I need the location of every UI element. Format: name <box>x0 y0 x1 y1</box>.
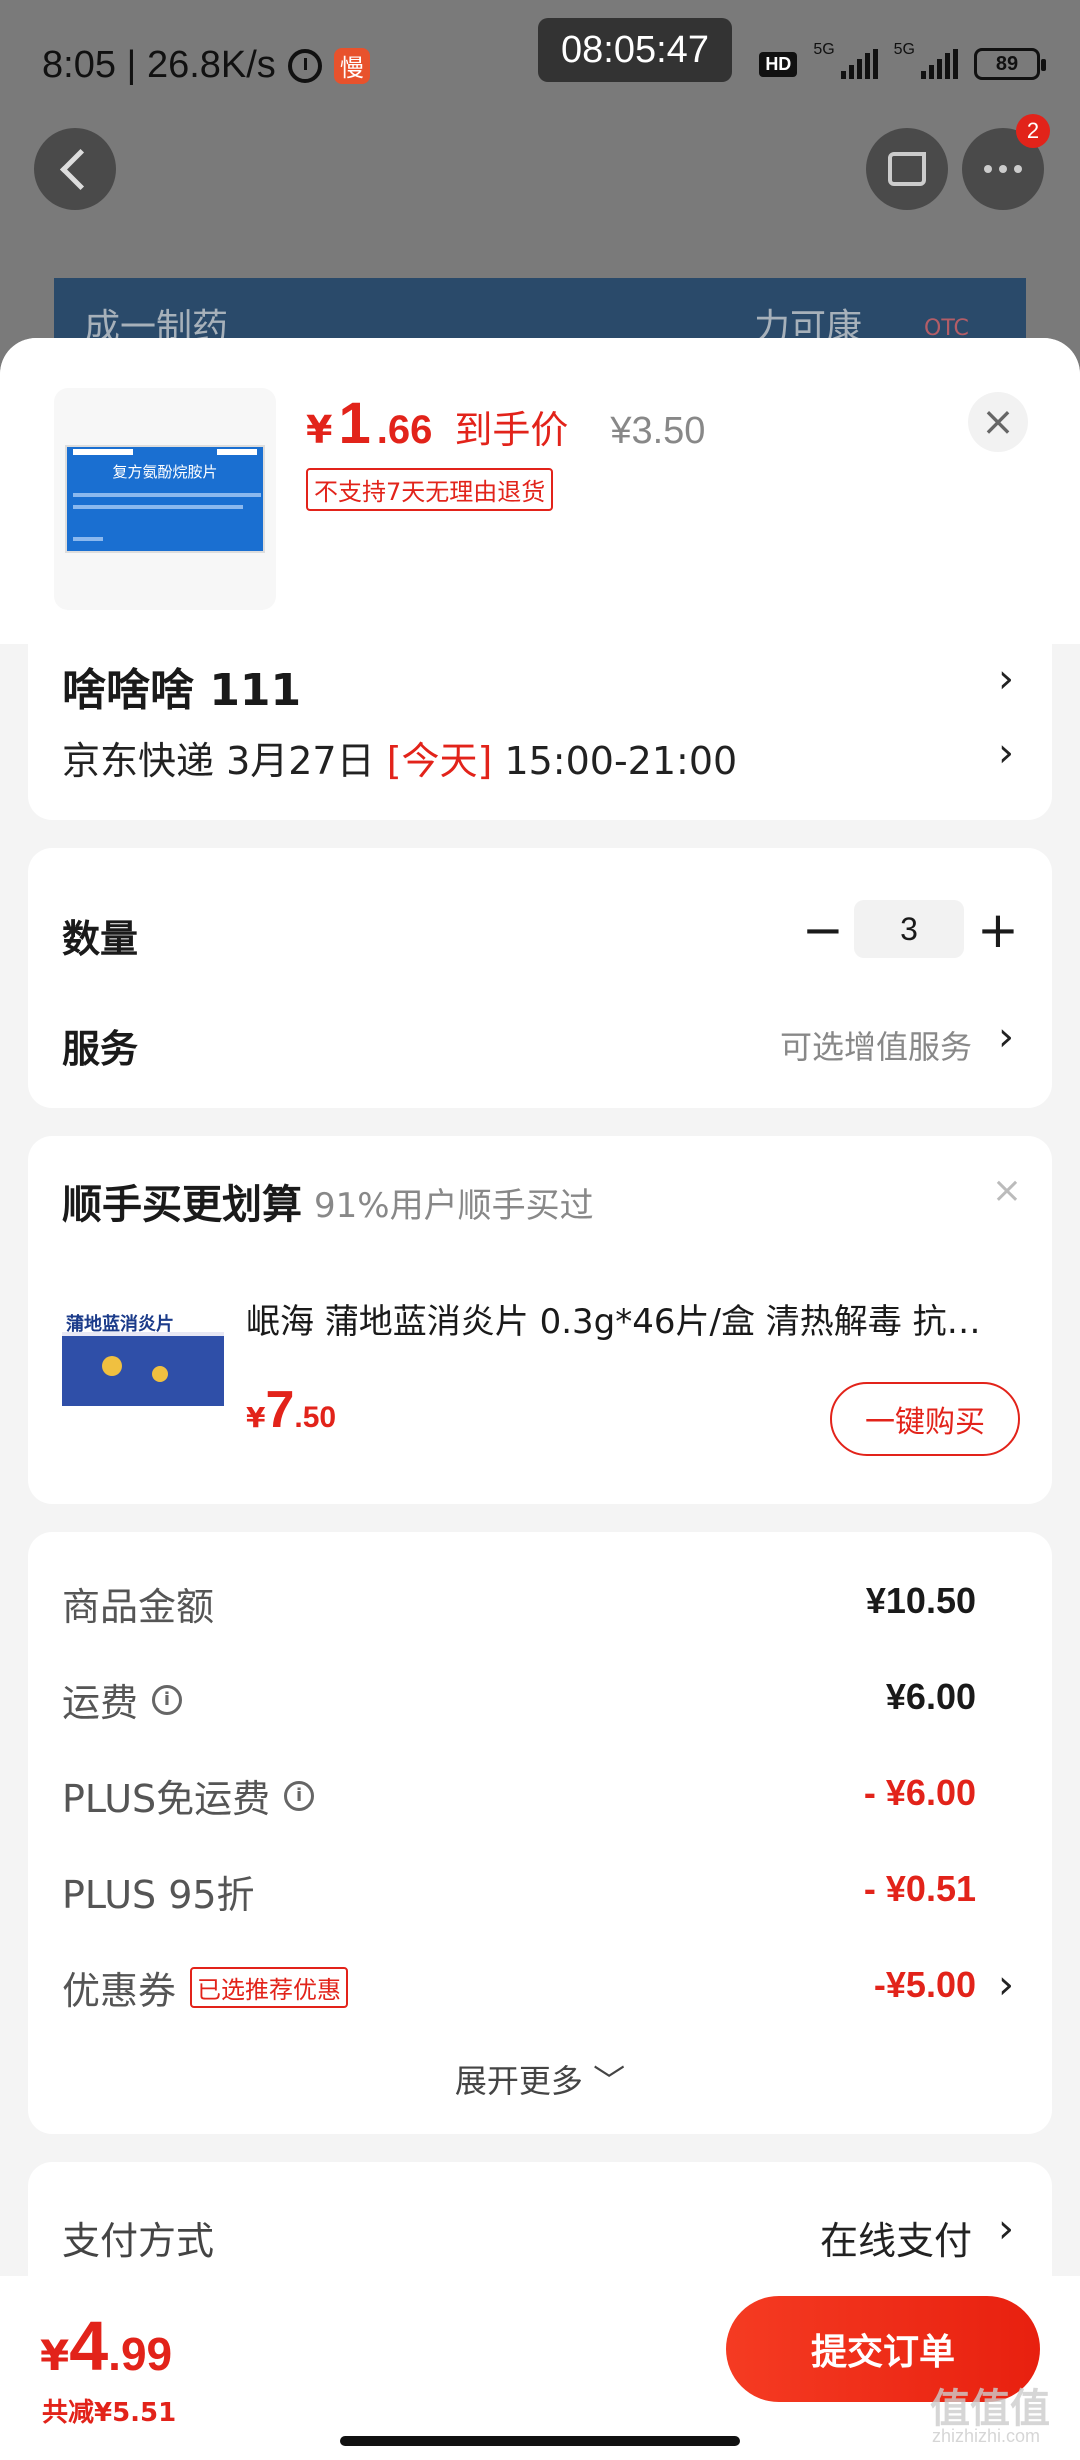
today-tag: [今天] <box>386 739 493 783</box>
summary-label: 运费 <box>62 1681 139 1725</box>
close-icon: × <box>981 399 1015 445</box>
summary-label: PLUS 95折 <box>62 1873 255 1917</box>
decrease-button[interactable]: − <box>798 900 848 960</box>
summary-label: 商品金额 <box>62 1585 215 1629</box>
summary-row: 运费 i ¥6.00 <box>62 1672 1052 1732</box>
bottom-bar: ¥ 4 .99 共减¥5.51 提交订单 值值值 zhizhizhi.com <box>0 2276 1080 2460</box>
price-decimal: .66 <box>376 408 433 452</box>
chevron-right-icon[interactable]: › <box>998 1014 1014 1060</box>
quantity-label: 数量 <box>62 917 139 961</box>
bundle-product-name[interactable]: 岷海 蒲地蓝消炎片 0.3g*46片/盒 清热解毒 抗… <box>246 1294 1026 1343</box>
more-icon <box>984 165 1022 173</box>
total-price: ¥ 4 .99 <box>40 2307 173 2385</box>
original-price: ¥3.50 <box>610 410 706 452</box>
more-button[interactable]: 2 <box>962 114 1050 210</box>
quantity-card: 数量 − 3 + 服务 可选增值服务 › <box>28 848 1052 1108</box>
network-label-2: 5G <box>893 41 915 58</box>
status-right: HD 5G 5G 89 <box>759 41 1046 80</box>
service-label: 服务 <box>62 1027 139 1071</box>
recipient-name: 啥啥啥 111 <box>62 665 302 716</box>
bundle-title: 顺手买更划算 <box>62 1182 302 1228</box>
info-icon[interactable]: i <box>284 1780 315 1811</box>
close-button[interactable]: × <box>968 392 1028 452</box>
bundle-price: ¥ 7 .50 <box>246 1381 337 1439</box>
summary-label: PLUS免运费 <box>62 1777 271 1821</box>
payment-label: 支付方式 <box>62 2219 215 2263</box>
delivery-info[interactable]: 京东快递 3月27日 [今天] 15:00-21:00 <box>62 730 737 785</box>
bundle-product-image[interactable]: 蒲地蓝消炎片 <box>62 1306 224 1406</box>
coupon-tag: 已选推荐优惠 <box>190 1967 349 2008</box>
address-card[interactable]: 啥啥啥 111 › 京东快递 3月27日 [今天] 15:00-21:00 › <box>28 644 1052 820</box>
network-label-1: 5G <box>813 41 835 58</box>
signal-icon <box>840 49 878 79</box>
chevron-right-icon[interactable]: › <box>998 1962 1014 2008</box>
summary-value: - ¥6.00 <box>863 1772 976 1813</box>
more-badge: 2 <box>1016 114 1050 148</box>
watermark-url: zhizhizhi.com <box>932 2426 1041 2446</box>
time-speed: 8:05 | 26.8K/s <box>42 44 276 86</box>
increase-button[interactable]: + <box>970 900 1026 960</box>
coupon-row[interactable]: 优惠券 已选推荐优惠 -¥5.00 › <box>62 1960 1052 2020</box>
summary-value: -¥5.00 <box>873 1964 976 2005</box>
one-click-buy-button[interactable]: 一键购买 <box>830 1382 1020 1456</box>
home-indicator[interactable] <box>340 2436 740 2446</box>
summary-label: 优惠券 <box>62 1969 177 2013</box>
summary-value: ¥6.00 <box>885 1676 976 1717</box>
bundle-image-name: 蒲地蓝消炎片 <box>66 1314 174 1335</box>
share-icon <box>888 152 926 186</box>
return-policy-tag: 不支持7天无理由退货 <box>306 468 554 511</box>
alarm-icon <box>287 48 322 83</box>
back-button[interactable] <box>34 128 116 210</box>
quantity-input[interactable]: 3 <box>854 900 964 958</box>
hd-icon: HD <box>759 51 798 77</box>
time-window: 15:00-21:00 <box>492 739 738 783</box>
battery-icon: 89 <box>974 48 1046 80</box>
carrier-date: 京东快递 3月27日 <box>62 739 387 783</box>
payment-value: 在线支付 <box>819 2219 972 2263</box>
price-label: 到手价 <box>454 408 569 452</box>
clock: 08:05:47 <box>538 18 732 82</box>
summary-row: PLUS 95折 - ¥0.51 <box>62 1864 1052 1924</box>
service-value[interactable]: 可选增值服务 <box>780 1022 972 1068</box>
status-left: 8:05 | 26.8K/s 慢 <box>42 44 370 87</box>
thumbnail-title: 复方氨酚烷胺片 <box>112 463 218 481</box>
chevron-right-icon: › <box>998 730 1014 776</box>
close-icon[interactable]: × <box>992 1170 1022 1211</box>
price-summary-card: 商品金额 ¥10.50 运费 i ¥6.00 PLUS免运费 i - ¥6.00… <box>28 1532 1052 2134</box>
summary-value: ¥10.50 <box>865 1580 976 1621</box>
summary-row: PLUS免运费 i - ¥6.00 <box>62 1768 1052 1828</box>
price-integer: 1 <box>338 391 371 456</box>
share-button[interactable] <box>866 128 948 210</box>
total-saved: 共减¥5.51 <box>42 2398 177 2428</box>
chevron-right-icon: › <box>998 656 1014 702</box>
product-thumbnail[interactable]: 复方氨酚烷胺片 <box>54 388 276 610</box>
expand-more-button[interactable]: 展开更多 ﹀ <box>28 2056 1052 2102</box>
bundle-card: 顺手买更划算 91%用户顺手买过 × 蒲地蓝消炎片 岷海 蒲地蓝消炎片 0.3g… <box>28 1136 1052 1504</box>
chevron-right-icon: › <box>998 2206 1014 2252</box>
signal-icon-2 <box>921 49 958 79</box>
summary-row: 商品金额 ¥10.50 <box>62 1576 1052 1636</box>
status-bar: 8:05 | 26.8K/s 慢 08:05:47 HD 5G 5G 89 <box>0 0 1080 130</box>
sheet-header: 复方氨酚烷胺片 ¥ 1 .66 到手价 ¥3.50 不支持7天无理由退货 × <box>0 338 1080 644</box>
app-badge-icon: 慢 <box>333 47 370 84</box>
price-currency: ¥ <box>306 408 333 452</box>
order-sheet: 复方氨酚烷胺片 ¥ 1 .66 到手价 ¥3.50 不支持7天无理由退货 × 啥… <box>0 338 1080 2460</box>
bundle-subtitle: 91%用户顺手买过 <box>314 1186 594 1226</box>
info-icon[interactable]: i <box>152 1684 183 1715</box>
price-row: ¥ 1 .66 到手价 ¥3.50 <box>306 390 705 457</box>
summary-value: - ¥0.51 <box>863 1868 976 1909</box>
